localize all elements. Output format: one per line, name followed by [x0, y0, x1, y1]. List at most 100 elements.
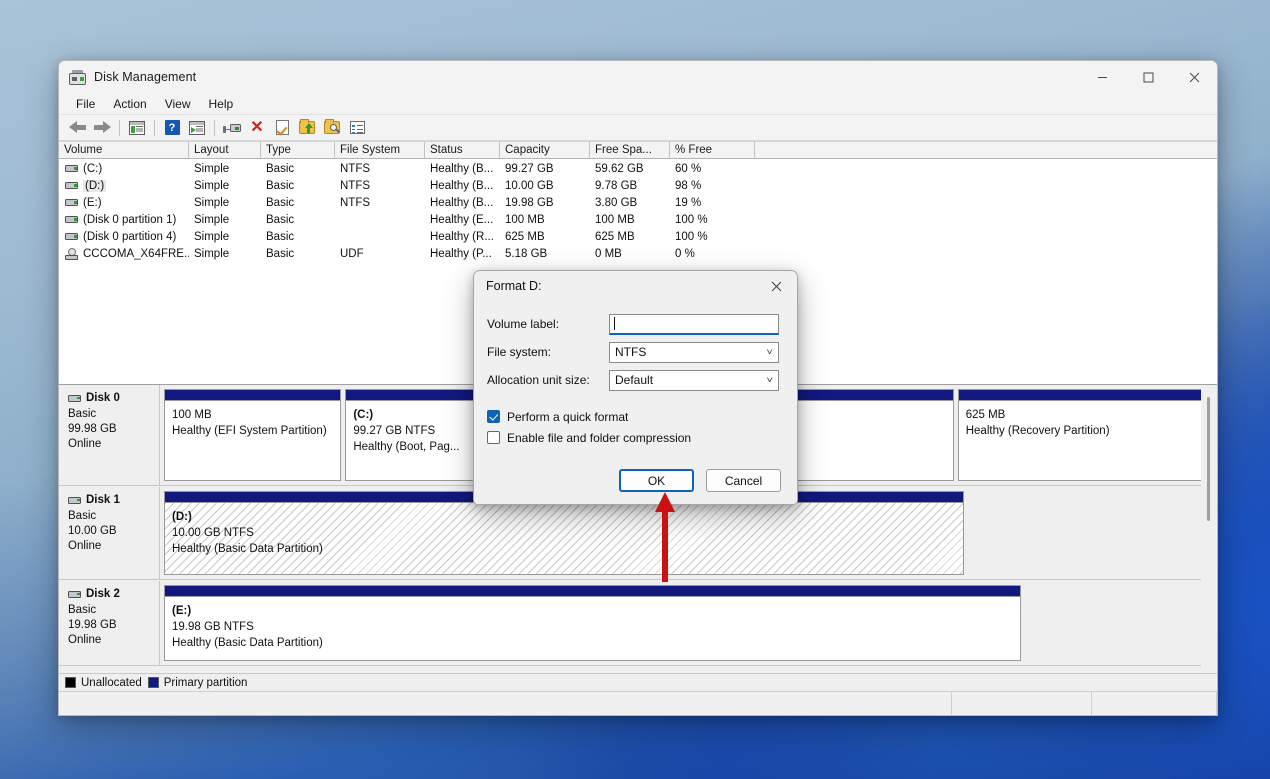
partition[interactable]: (E:)19.98 GB NTFSHealthy (Basic Data Par… [164, 585, 1021, 661]
show-hide-action-pane-icon[interactable] [185, 117, 209, 139]
dialog-title-bar[interactable]: Format D: [474, 271, 797, 301]
free-space-cell: 59.62 GB [590, 163, 670, 175]
file-system-row: File system: NTFS ˅ [487, 338, 779, 366]
menu-bar: File Action View Help [59, 93, 1217, 115]
column-header-free-spa[interactable]: Free Spa... [590, 142, 670, 158]
status-pane-secondary [952, 692, 1092, 715]
menu-help[interactable]: Help [200, 94, 243, 114]
table-row[interactable]: (C:)SimpleBasicNTFSHealthy (B...99.27 GB… [59, 160, 1217, 177]
minimize-button[interactable] [1079, 61, 1125, 93]
dialog-title: Format D: [486, 279, 542, 293]
toolbar: ? ✕ [59, 115, 1217, 141]
legend: Unallocated Primary partition [59, 673, 1217, 691]
table-row[interactable]: (D:)SimpleBasicNTFSHealthy (B...10.00 GB… [59, 177, 1217, 194]
help-icon[interactable]: ? [160, 117, 184, 139]
maximize-button[interactable] [1125, 61, 1171, 93]
rescan-disks-icon[interactable] [220, 117, 244, 139]
layout-cell: Simple [189, 180, 261, 192]
explore-icon[interactable] [320, 117, 344, 139]
percent-free-cell: 100 % [670, 214, 755, 226]
properties-icon[interactable] [270, 117, 294, 139]
legend-item: Unallocated [65, 677, 142, 689]
partition-color-bar [165, 586, 1020, 597]
column-header-volume[interactable]: Volume [59, 142, 189, 158]
partition-status: Healthy (Recovery Partition) [966, 423, 1202, 439]
partition-label: (C:) [353, 407, 952, 423]
drive-icon [65, 233, 78, 240]
file-system-cell: NTFS [335, 180, 425, 192]
column-header-type[interactable]: Type [261, 142, 335, 158]
graphical-view-scrollbar[interactable] [1201, 387, 1216, 671]
disk-name: Disk 0 [86, 392, 120, 404]
column-header-capacity[interactable]: Capacity [500, 142, 590, 158]
column-header-file-system[interactable]: File System [335, 142, 425, 158]
disk-name: Disk 1 [86, 494, 120, 506]
legend-item: Primary partition [148, 677, 248, 689]
file-system-select[interactable]: NTFS ˅ [609, 342, 779, 363]
partition-status: Healthy (EFI System Partition) [172, 423, 340, 439]
disk-row-disk-2[interactable]: Disk 2Basic19.98 GBOnline(E:)19.98 GB NT… [59, 581, 1203, 666]
disk-info-panel[interactable]: Disk 2Basic19.98 GBOnline [59, 581, 160, 665]
volume-cell: (Disk 0 partition 4) [59, 231, 189, 243]
capacity-cell: 5.18 GB [500, 248, 590, 260]
allocation-unit-size-row: Allocation unit size: Default ˅ [487, 366, 779, 394]
drive-icon [65, 216, 78, 223]
drive-icon [65, 165, 78, 172]
percent-free-cell: 0 % [670, 248, 755, 260]
toolbar-separator [119, 120, 120, 136]
delete-icon[interactable]: ✕ [245, 117, 269, 139]
partition-color-bar [959, 390, 1202, 401]
drive-icon [65, 182, 78, 189]
disk-info-panel[interactable]: Disk 1Basic10.00 GBOnline [59, 487, 160, 579]
volume-cell: (D:) [59, 180, 189, 192]
menu-view[interactable]: View [156, 94, 200, 114]
menu-action[interactable]: Action [104, 94, 155, 114]
type-cell: Basic [261, 180, 335, 192]
close-button[interactable] [1171, 61, 1217, 93]
volume-list-rows: (C:)SimpleBasicNTFSHealthy (B...99.27 GB… [59, 160, 1217, 262]
status-cell: Healthy (B... [425, 180, 500, 192]
type-cell: Basic [261, 197, 335, 209]
partition[interactable]: 625 MBHealthy (Recovery Partition) [958, 389, 1203, 481]
type-cell: Basic [261, 248, 335, 260]
table-row[interactable]: (E:)SimpleBasicNTFSHealthy (B...19.98 GB… [59, 194, 1217, 211]
extend-volume-icon[interactable] [295, 117, 319, 139]
table-row[interactable]: (Disk 0 partition 1)SimpleBasicHealthy (… [59, 211, 1217, 228]
legend-swatch [148, 677, 159, 688]
partition-size: 625 MB [966, 407, 1202, 423]
status-pane-main [59, 692, 952, 715]
partition-size: 10.00 GB NTFS [172, 525, 963, 541]
show-hide-console-tree-icon[interactable] [125, 117, 149, 139]
layout-cell: Simple [189, 214, 261, 226]
drive-icon [68, 395, 81, 402]
disk-state: Online [68, 539, 159, 554]
column-header-layout[interactable]: Layout [189, 142, 261, 158]
back-icon[interactable] [65, 117, 89, 139]
disk-info-panel[interactable]: Disk 0Basic99.98 GBOnline [59, 385, 160, 485]
list-view-icon[interactable] [345, 117, 369, 139]
partition-label: (E:) [172, 603, 1020, 619]
disk-size: 10.00 GB [68, 524, 159, 539]
column-header-status[interactable]: Status [425, 142, 500, 158]
percent-free-cell: 98 % [670, 180, 755, 192]
disk-name: Disk 2 [86, 588, 120, 600]
ok-button[interactable]: OK [619, 469, 694, 492]
partition-size: 100 MB [172, 407, 340, 423]
forward-icon[interactable] [90, 117, 114, 139]
percent-free-cell: 19 % [670, 197, 755, 209]
volume-name: (Disk 0 partition 4) [83, 231, 176, 243]
dialog-close-button[interactable] [755, 271, 797, 301]
table-row[interactable]: (Disk 0 partition 4)SimpleBasicHealthy (… [59, 228, 1217, 245]
allocation-unit-size-select[interactable]: Default ˅ [609, 370, 779, 391]
partition[interactable]: 100 MBHealthy (EFI System Partition) [164, 389, 341, 481]
menu-file[interactable]: File [67, 94, 104, 114]
disk-state: Online [68, 437, 159, 452]
column-header--free[interactable]: % Free [670, 142, 755, 158]
volume-label-input[interactable] [609, 314, 779, 335]
volume-name: (D:) [83, 180, 106, 192]
title-bar[interactable]: Disk Management [59, 61, 1217, 93]
free-space-cell: 9.78 GB [590, 180, 670, 192]
cancel-button[interactable]: Cancel [706, 469, 781, 492]
scrollbar-thumb[interactable] [1207, 397, 1210, 521]
table-row[interactable]: CCCOMA_X64FRE...SimpleBasicUDFHealthy (P… [59, 245, 1217, 262]
